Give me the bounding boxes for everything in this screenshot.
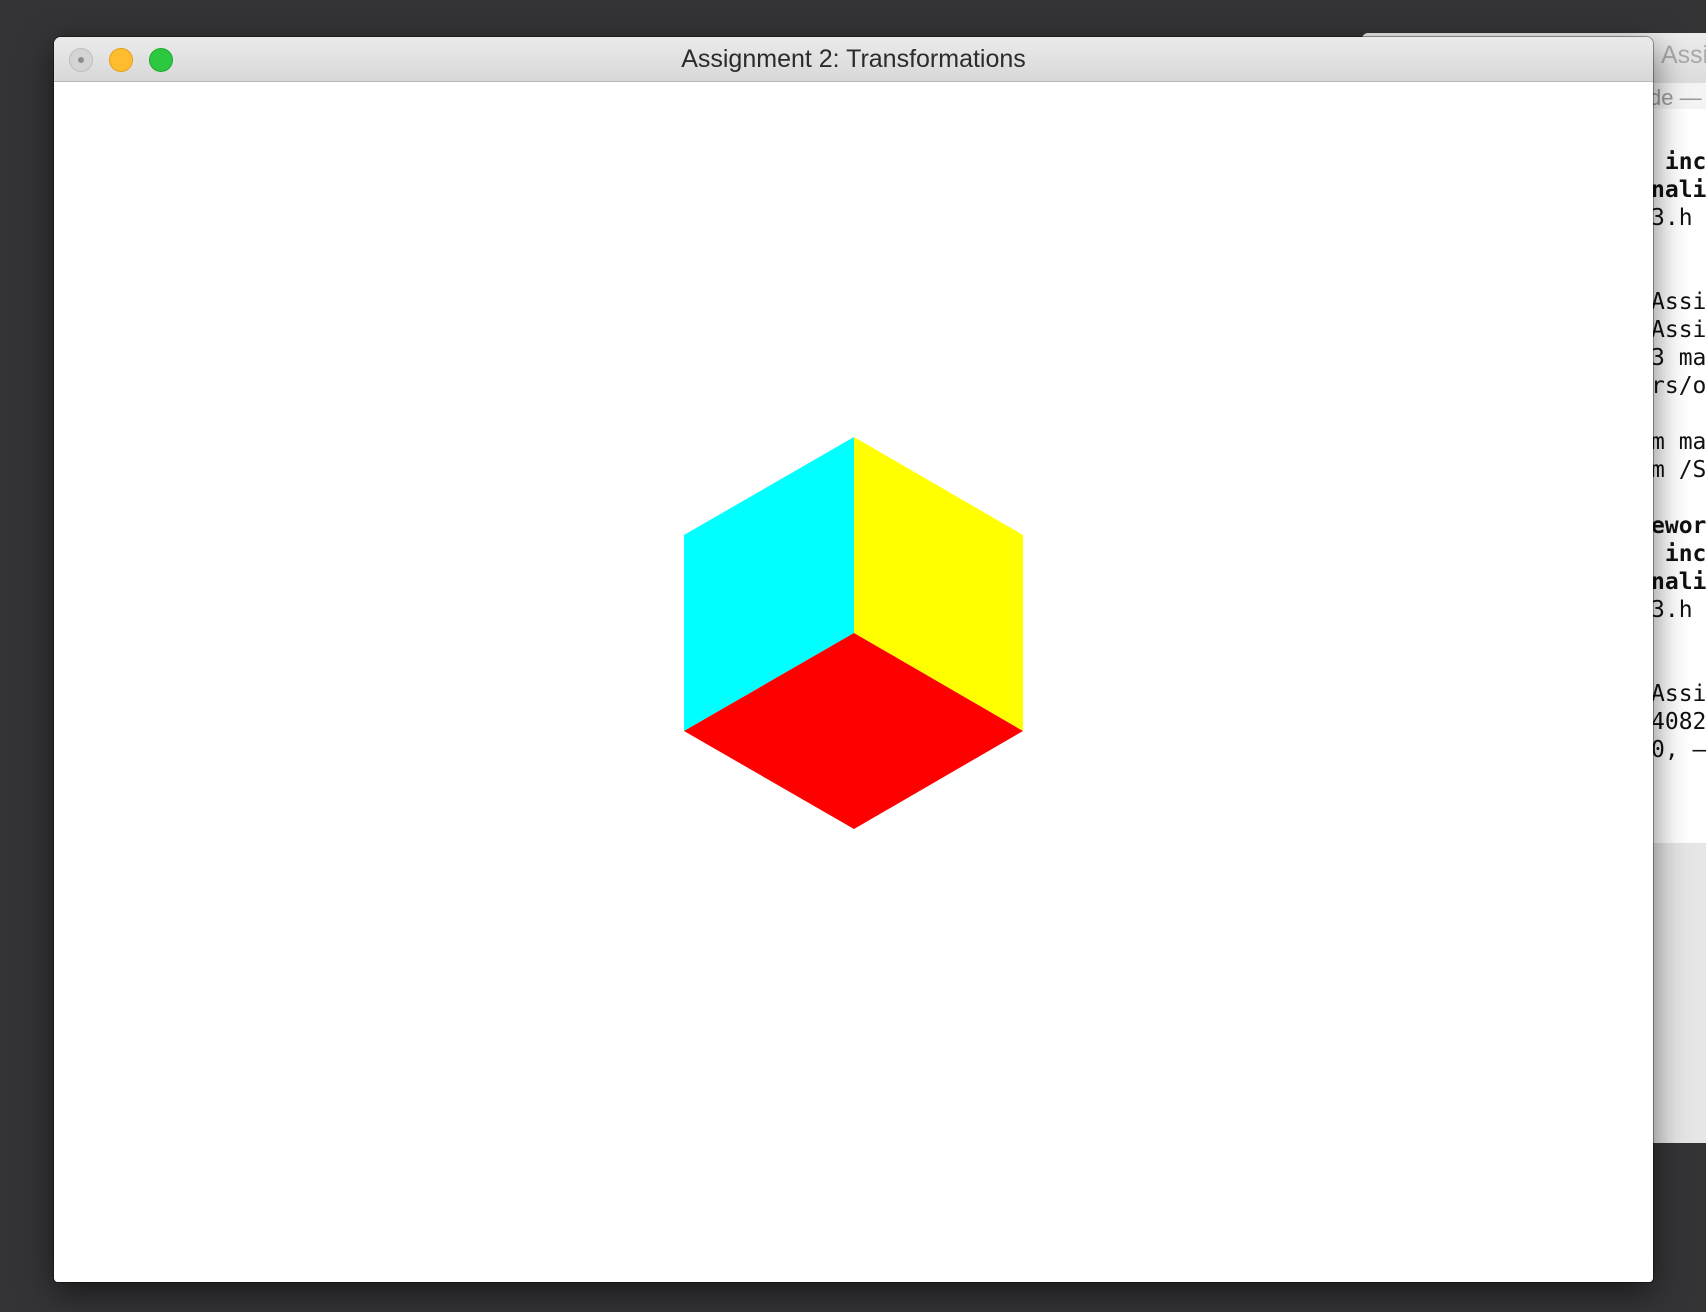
terminal-line: m ma [1651,429,1706,455]
terminal-line: 0, – [1651,737,1706,763]
terminal-line: inc [1651,149,1706,175]
background-window-title: Assi [1661,41,1706,69]
terminal-line: 4082 [1651,709,1706,735]
terminal-line: ewor [1651,513,1706,539]
minimize-button[interactable] [109,48,133,72]
window-titlebar[interactable]: Assignment 2: Transformations [54,37,1653,82]
terminal-line: Assi [1651,289,1706,315]
terminal-line: rs/o [1651,373,1706,399]
terminal-line: Assi [1651,681,1706,707]
terminal-line: 3.h [1651,597,1693,623]
terminal-line: Assi [1651,317,1706,343]
zoom-button[interactable] [149,48,173,72]
opengl-canvas[interactable] [54,82,1653,1282]
cube-drawing [684,437,1023,829]
terminal-line: 3.h [1651,205,1693,231]
close-button[interactable] [69,48,93,72]
terminal-line: nali [1651,569,1706,595]
terminal-line: 3 ma [1651,345,1706,371]
window-title: Assignment 2: Transformations [681,45,1026,73]
terminal-line: inc [1651,541,1706,567]
terminal-line: nali [1651,177,1706,203]
terminal-line: m /S [1651,457,1706,483]
main-window[interactable]: Assignment 2: Transformations [54,37,1653,1282]
background-window-subtitle: de — [1649,85,1702,110]
